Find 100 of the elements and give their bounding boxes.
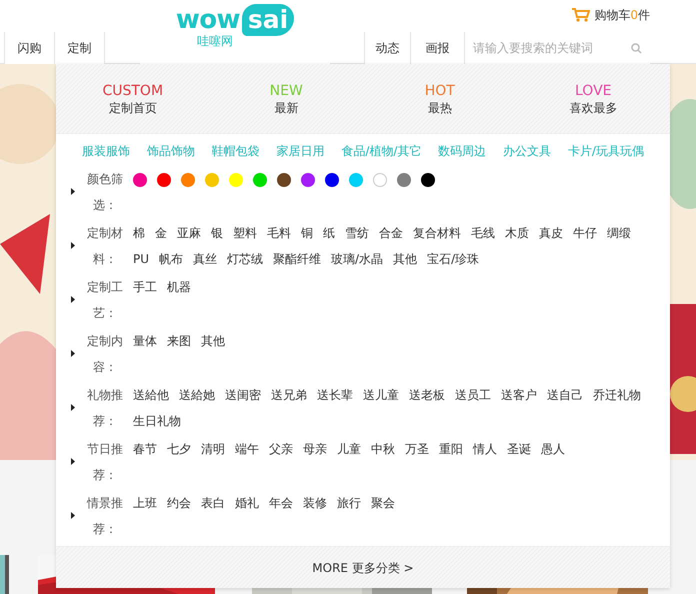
caret-icon [71, 512, 75, 518]
filter-option[interactable]: 其他 [393, 246, 418, 272]
color-swatch[interactable] [325, 173, 339, 187]
filter-option[interactable]: 机器 [167, 274, 191, 300]
filter-option[interactable]: 中秋 [371, 436, 395, 462]
filter-label: 定制材料： [86, 225, 124, 268]
filter-option[interactable]: 玻璃/水晶 [331, 246, 384, 272]
color-swatch[interactable] [181, 173, 195, 187]
filter-option[interactable]: 送兄弟 [271, 382, 307, 408]
filter-option[interactable]: 情人 [473, 436, 497, 462]
featured-link[interactable]: LOVE 喜欢最多 [516, 82, 670, 116]
filter-option[interactable]: 送給她 [179, 382, 215, 408]
caret-icon [71, 242, 75, 248]
filter-option[interactable]: 手工 [133, 274, 157, 300]
filter-option[interactable]: 送员工 [455, 382, 491, 408]
filter-option[interactable]: 万圣 [405, 436, 429, 462]
filter-label: 定制工艺： [86, 279, 124, 322]
filter-option[interactable]: 年会 [269, 490, 293, 516]
filter-option[interactable]: 牛仔 [573, 220, 597, 246]
filter-option[interactable]: 塑料 [233, 220, 257, 246]
filter-option[interactable]: 圣诞 [507, 436, 531, 462]
cart-link[interactable]: 购物车0件 [594, 6, 650, 24]
filter-option[interactable]: 父亲 [269, 436, 293, 462]
caret-icon [71, 296, 75, 302]
filter-option[interactable]: 金 [155, 220, 167, 246]
filter-option[interactable]: 送闺密 [225, 382, 261, 408]
filter-option[interactable]: 春节 [133, 436, 157, 462]
filter-option[interactable]: 清明 [201, 436, 225, 462]
filter-option[interactable]: 雪纺 [345, 220, 369, 246]
filter-option[interactable]: 送长辈 [317, 382, 353, 408]
caret-icon [71, 404, 75, 410]
filter-option[interactable]: 儿童 [337, 436, 361, 462]
filter-option[interactable]: 其他 [201, 328, 225, 354]
featured-link[interactable]: CUSTOM 定制首页 [56, 82, 210, 116]
filter-option[interactable]: 真皮 [539, 220, 563, 246]
more-link[interactable]: MORE 更多分类 > [312, 558, 414, 576]
caret-icon [71, 350, 75, 356]
filter-option[interactable]: 银 [211, 220, 223, 246]
nav-tab[interactable]: 闪购 [5, 32, 55, 64]
color-swatch[interactable] [397, 173, 411, 187]
filter-option[interactable]: 灯芯绒 [227, 246, 264, 272]
cart-icon[interactable] [572, 8, 590, 22]
filter-option[interactable]: PU [133, 246, 150, 272]
filter-label: 情景推荐： [86, 495, 124, 538]
nav-tab[interactable]: 定制 [55, 32, 105, 64]
color-swatch[interactable] [301, 173, 315, 187]
filter-option[interactable]: 棉 [133, 220, 145, 246]
color-swatch[interactable] [349, 173, 363, 187]
color-swatch[interactable] [133, 173, 147, 187]
search-field[interactable]: 请输入要搜索的关键词 [473, 39, 623, 57]
filter-option[interactable]: 真丝 [193, 246, 218, 272]
filter-option[interactable]: 铜 [301, 220, 313, 246]
filter-option[interactable]: 七夕 [167, 436, 191, 462]
filter-option[interactable]: 送老板 [409, 382, 445, 408]
filter-label: 节日推荐： [86, 441, 124, 484]
nav-tab[interactable]: 动态 [365, 32, 411, 64]
filter-option[interactable]: 端午 [235, 436, 259, 462]
filter-option[interactable]: 量体 [133, 328, 157, 354]
search-icon[interactable] [631, 42, 642, 54]
filter-option[interactable]: 愚人 [541, 436, 565, 462]
filter-label: 定制内容： [86, 333, 124, 376]
filter-option[interactable]: 旅行 [337, 490, 361, 516]
nav-tab[interactable]: 画报 [411, 32, 465, 64]
filter-label: 颜色筛选： [86, 171, 124, 214]
filter-option[interactable]: 亚麻 [177, 220, 201, 246]
filter-option[interactable]: 上班 [133, 490, 157, 516]
filter-option[interactable]: 母亲 [303, 436, 327, 462]
filter-option[interactable]: 婚礼 [235, 490, 259, 516]
logo-badge: sai [242, 4, 294, 36]
featured-link[interactable]: NEW 最新 [210, 82, 363, 116]
color-swatch[interactable] [253, 173, 267, 187]
filter-option[interactable]: 宝石/珍珠 [427, 246, 480, 272]
filter-option[interactable]: 绸缎 [607, 220, 631, 246]
filter-option[interactable]: 送自己 [547, 382, 583, 408]
color-swatch[interactable] [421, 173, 435, 187]
filter-option[interactable]: 毛料 [267, 220, 291, 246]
featured-link[interactable]: HOT 最热 [363, 82, 516, 116]
filter-option[interactable]: 来图 [167, 328, 191, 354]
filter-option[interactable]: 毛线 [471, 220, 495, 246]
filter-option[interactable]: 重阳 [439, 436, 463, 462]
color-swatch[interactable] [277, 173, 291, 187]
filter-option[interactable]: 合金 [379, 220, 403, 246]
filter-option[interactable]: 复合材料 [413, 220, 461, 246]
filter-option[interactable]: 送給他 [133, 382, 169, 408]
filter-option[interactable]: 装修 [303, 490, 327, 516]
filter-option[interactable]: 表白 [201, 490, 225, 516]
filter-label: 礼物推荐： [86, 387, 124, 430]
filter-option[interactable]: 木质 [505, 220, 529, 246]
filter-option[interactable]: 送儿童 [363, 382, 399, 408]
filter-option[interactable]: 乔迁礼物 [593, 382, 641, 408]
filter-option[interactable]: 送客户 [501, 382, 537, 408]
filter-option[interactable]: 约会 [167, 490, 191, 516]
logo-text: wow [176, 5, 240, 35]
color-swatch[interactable] [157, 173, 171, 187]
filter-option[interactable]: 生日礼物 [133, 408, 181, 434]
filter-option[interactable]: 聚会 [371, 490, 395, 516]
filter-option[interactable]: 帆布 [159, 246, 184, 272]
caret-icon [71, 188, 75, 194]
filter-option[interactable]: 聚酯纤维 [273, 246, 322, 272]
filter-option[interactable]: 纸 [323, 220, 335, 246]
